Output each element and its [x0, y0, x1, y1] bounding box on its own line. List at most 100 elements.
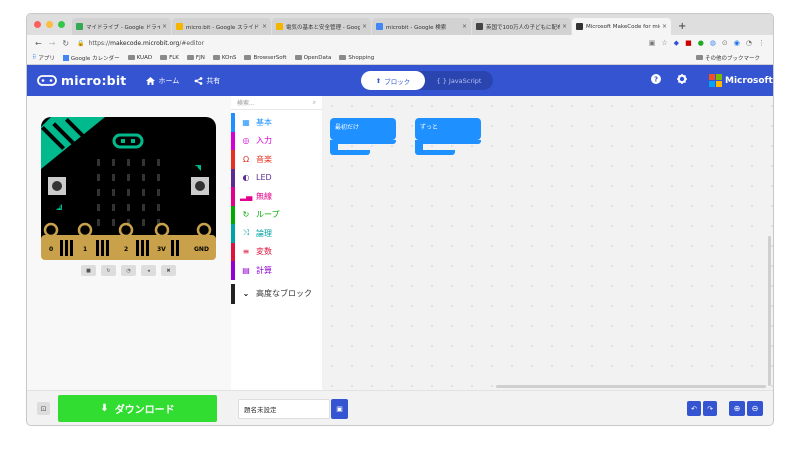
- save-icon[interactable]: ▣: [331, 399, 348, 419]
- translate-icon[interactable]: ▣: [649, 39, 656, 47]
- blocks-toggle-button[interactable]: ⬆ ブロック: [361, 71, 425, 90]
- zoom-in-icon[interactable]: ⊕: [729, 401, 745, 416]
- download-icon: ⬇: [100, 403, 109, 414]
- extension-icon[interactable]: ◍: [710, 39, 716, 47]
- bookmark-item[interactable]: Google カレンダー: [62, 54, 120, 62]
- share-button[interactable]: 共有: [194, 76, 220, 86]
- bookmarks-bar: ⠿ アプリ Google カレンダー KUAD FLK FJN KOnS Brow…: [27, 51, 773, 65]
- project-name-field[interactable]: 題名未設定: [238, 399, 330, 419]
- bookmark-folder[interactable]: FJN: [186, 55, 205, 61]
- close-tab-icon[interactable]: ×: [562, 23, 567, 30]
- extension-icon[interactable]: ◆: [674, 39, 679, 47]
- button-a-label: A: [58, 205, 62, 211]
- microbit-board[interactable]: A B 0 1 2 3V GND: [41, 117, 216, 262]
- blocks-workspace[interactable]: 最初だけ ずっと: [322, 96, 773, 390]
- bookmark-folder[interactable]: KOnS: [212, 55, 236, 61]
- toolbox-category-music[interactable]: Ω 音楽: [231, 150, 322, 169]
- toolbox-category-basic[interactable]: ▦ 基本: [231, 113, 322, 132]
- gear-icon[interactable]: [677, 74, 687, 84]
- folder-icon: [294, 55, 302, 60]
- bookmark-folder[interactable]: KUAD: [127, 55, 152, 61]
- toolbox-search[interactable]: 検索... ⌕: [231, 96, 322, 110]
- collapse-simulator-button[interactable]: ⊡: [37, 402, 50, 415]
- browser-tab-active[interactable]: Microsoft MakeCode for micro ×: [572, 18, 671, 35]
- pin-label: 3V: [157, 246, 166, 253]
- extension-icon[interactable]: ⊙: [722, 39, 728, 47]
- close-tab-icon[interactable]: ×: [462, 23, 467, 30]
- forever-block[interactable]: ずっと: [415, 118, 481, 156]
- bookmark-apps[interactable]: ⠿ アプリ: [32, 54, 55, 62]
- home-button[interactable]: ホーム: [146, 76, 179, 86]
- browser-tab[interactable]: microbit - Google 検索 ×: [372, 18, 471, 35]
- close-tab-icon[interactable]: ×: [362, 23, 367, 30]
- on-start-block[interactable]: 最初だけ: [330, 118, 396, 156]
- toolbox-category-logic[interactable]: ⤨ 論理: [231, 224, 322, 243]
- close-tab-icon[interactable]: ×: [662, 23, 667, 30]
- toolbox-category-radio[interactable]: ▂▄ 無線: [231, 187, 322, 206]
- search-input[interactable]: 検索...: [237, 98, 255, 107]
- brand-name: micro:bit: [61, 73, 127, 88]
- toolbox-category-loops[interactable]: ↻ ループ: [231, 205, 322, 224]
- horizontal-scrollbar[interactable]: [496, 385, 766, 388]
- star-icon[interactable]: ☆: [661, 39, 667, 47]
- zoom-out-icon[interactable]: ⊖: [747, 401, 763, 416]
- target-icon: ◎: [242, 136, 250, 146]
- browser-window: マイドライブ - Google ドライブ × micro:bit - Google…: [27, 14, 773, 425]
- help-icon[interactable]: ?: [651, 74, 661, 84]
- tab-title: マイドライブ - Google ドライブ: [86, 24, 160, 31]
- url-field[interactable]: 🔒 https://makecode.microbit.org/#editor: [77, 40, 649, 47]
- fullscreen-icon[interactable]: ✖: [161, 265, 176, 276]
- extension-icon[interactable]: ●: [698, 39, 704, 47]
- reload-icon[interactable]: ↻: [62, 39, 69, 48]
- folder-icon: [695, 55, 703, 60]
- browser-tab[interactable]: マイドライブ - Google ドライブ ×: [72, 18, 171, 35]
- toggle-icon: ◐: [242, 173, 250, 183]
- other-bookmarks[interactable]: その他のブックマーク: [695, 54, 760, 62]
- new-tab-button[interactable]: +: [672, 18, 692, 35]
- bookmark-folder[interactable]: Shopping: [339, 55, 374, 61]
- bookmark-folder[interactable]: OpenData: [294, 55, 331, 61]
- redo-icon[interactable]: ↷: [703, 401, 717, 416]
- microbit-logo[interactable]: micro:bit: [37, 73, 126, 88]
- profile-icon[interactable]: ◔: [746, 39, 752, 47]
- vertical-scrollbar[interactable]: [768, 236, 771, 386]
- tab-title: microbit - Google 検索: [386, 24, 447, 31]
- download-button[interactable]: ⬇ ダウンロード: [58, 395, 217, 422]
- undo-icon[interactable]: ↶: [687, 401, 701, 416]
- toolbox-advanced[interactable]: ⌄ 高度なブロック: [231, 283, 322, 304]
- minimize-window-button[interactable]: [46, 21, 53, 28]
- forward-icon[interactable]: →: [49, 39, 56, 48]
- zoom-window-button[interactable]: [58, 21, 65, 28]
- bookmark-folder[interactable]: BrowserSoft: [244, 55, 287, 61]
- extension-icon[interactable]: ■: [685, 39, 692, 47]
- close-tab-icon[interactable]: ×: [162, 23, 167, 30]
- extension-icon[interactable]: ◉: [734, 39, 740, 47]
- pin-label: GND: [194, 246, 209, 253]
- toolbox-category-led[interactable]: ◐ LED: [231, 168, 322, 187]
- toolbox-category-input[interactable]: ◎ 入力: [231, 131, 322, 150]
- microsoft-link[interactable]: Microsoft: [709, 74, 773, 87]
- browser-tab[interactable]: 英国で100万人の子どもに配布さ ×: [472, 18, 571, 35]
- toolbox-category-math[interactable]: ▤ 計算: [231, 261, 322, 280]
- search-icon: ⌕: [312, 98, 316, 106]
- grid-icon: ▦: [242, 117, 250, 127]
- slowmo-icon[interactable]: ◔: [121, 265, 136, 276]
- back-icon[interactable]: ←: [35, 39, 42, 48]
- sound-icon[interactable]: ◂: [141, 265, 156, 276]
- close-window-button[interactable]: [34, 21, 41, 28]
- bookmark-folder[interactable]: FLK: [160, 55, 179, 61]
- stop-icon[interactable]: ■: [81, 265, 96, 276]
- browser-tab[interactable]: 電気の基本と安全管理 - Google ×: [272, 18, 371, 35]
- javascript-toggle-button[interactable]: { } JavaScript: [425, 77, 493, 85]
- menu-icon[interactable]: ⋮: [758, 39, 765, 47]
- browser-tab[interactable]: micro:bit - Google スライド ×: [172, 18, 271, 35]
- close-tab-icon[interactable]: ×: [262, 23, 267, 30]
- lines-icon: ≡: [242, 247, 250, 257]
- restart-icon[interactable]: ↻: [101, 265, 116, 276]
- tab-title: Microsoft MakeCode for micro: [586, 23, 660, 30]
- url-host: makecode.microbit.org: [110, 39, 180, 47]
- url-prefix: https://: [88, 39, 111, 47]
- pin-label: 1: [83, 246, 87, 253]
- headphones-icon: Ω: [242, 154, 250, 164]
- toolbox-category-variables[interactable]: ≡ 変数: [231, 242, 322, 261]
